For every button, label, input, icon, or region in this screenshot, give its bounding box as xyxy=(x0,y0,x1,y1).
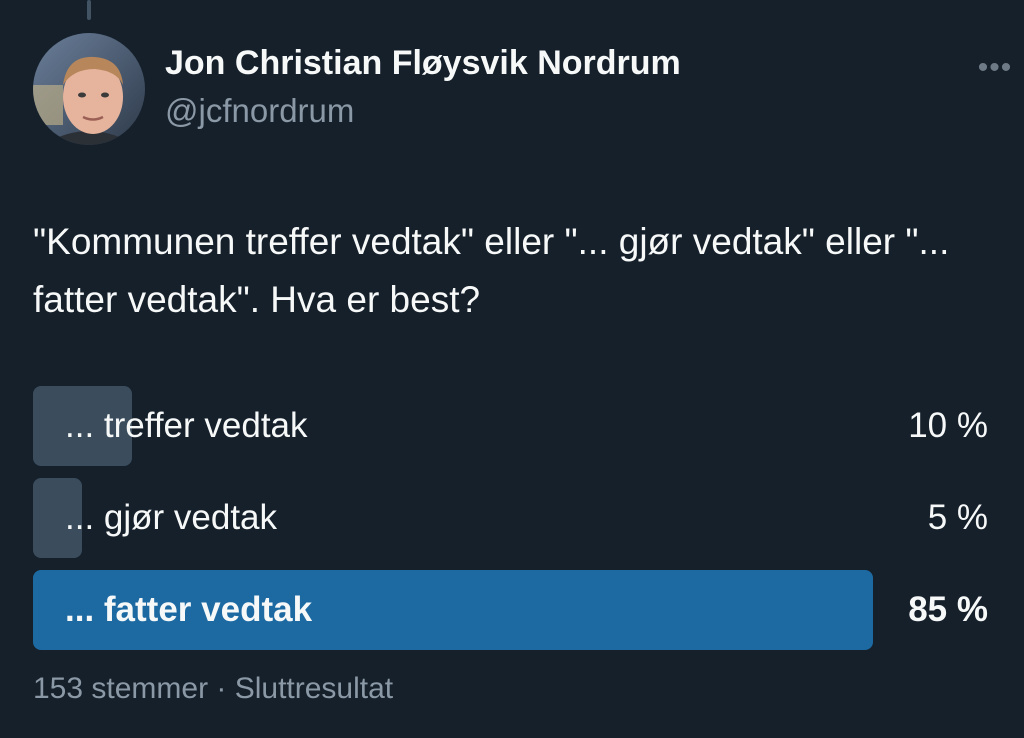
poll-option-percent: 5 % xyxy=(927,498,988,537)
more-options-button[interactable]: ••• xyxy=(970,48,1020,88)
poll-option: ... treffer vedtak 10 % xyxy=(33,386,988,466)
poll-option: ... gjør vedtak 5 % xyxy=(33,478,988,558)
poll-option-percent: 10 % xyxy=(908,406,988,445)
poll-option-label: ... treffer vedtak xyxy=(65,406,308,445)
ellipsis-horizontal-icon: ••• xyxy=(977,51,1013,84)
tweet-text: "Kommunen treffer vedtak" eller "... gjø… xyxy=(33,221,950,320)
poll-footer: 153 stemmer · Sluttresultat xyxy=(33,672,394,705)
author-name[interactable]: Jon Christian Fløysvik Nordrum xyxy=(165,44,681,83)
thread-connector-line xyxy=(87,0,91,20)
poll-option-label: ... gjør vedtak xyxy=(65,498,278,537)
poll-option: ... fatter vedtak 85 % xyxy=(33,570,988,650)
poll-option-label: ... fatter vedtak xyxy=(65,590,313,629)
poll: ... treffer vedtak 10 % ... gjør vedtak … xyxy=(33,386,988,662)
poll-option-percent: 85 % xyxy=(908,590,988,629)
author-handle[interactable]: @jcfnordrum xyxy=(165,92,354,130)
avatar[interactable] xyxy=(33,33,145,145)
